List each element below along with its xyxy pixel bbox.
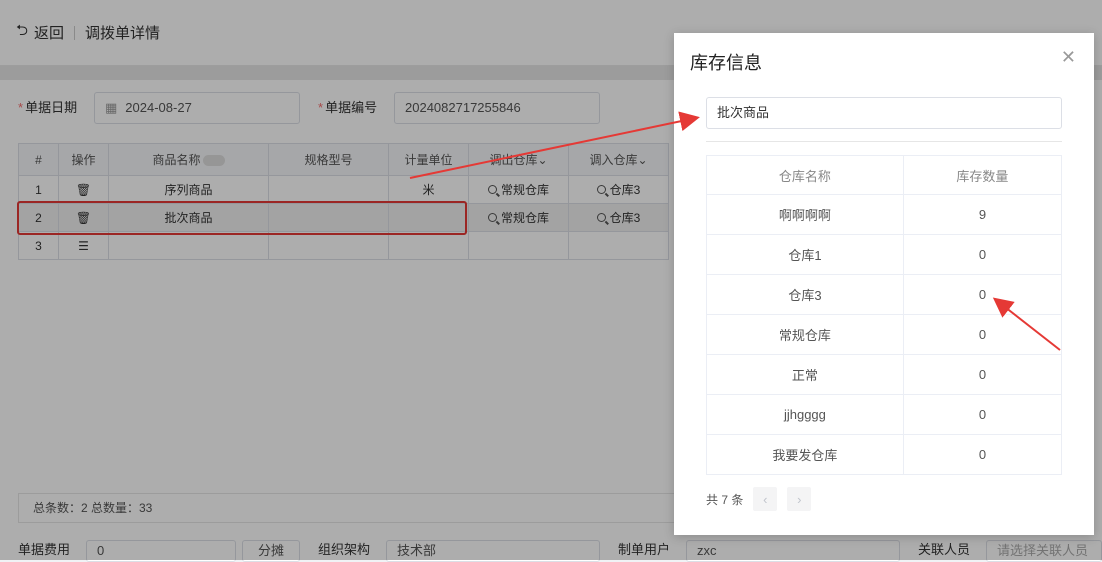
- warehouse-name: 常规仓库: [706, 314, 904, 355]
- stock-qty: 0: [902, 354, 1063, 395]
- warehouse-name: 仓库1: [706, 234, 904, 275]
- table-row: 仓库3 0: [706, 274, 1063, 315]
- warehouse-name: 仓库3: [706, 274, 904, 315]
- table-row: 正常 0: [706, 354, 1063, 395]
- stock-qty: 0: [902, 234, 1063, 275]
- total-count: 共 7 条: [706, 492, 744, 507]
- dialog-title: 库存信息: [690, 53, 762, 73]
- warehouse-name: 我要发仓库: [706, 434, 904, 475]
- pagination: 共 7 条 ‹ ›: [706, 487, 812, 511]
- prev-page-icon[interactable]: ‹: [753, 487, 778, 511]
- stock-qty: 0: [902, 434, 1063, 475]
- stock-dialog: 库存信息 ✕ 批次商品 仓库名称 库存数量 啊啊啊啊 9 仓库1 0 仓库3 0 常规…: [674, 33, 1094, 535]
- divider: [706, 141, 1062, 142]
- stock-table: 仓库名称 库存数量 啊啊啊啊 9 仓库1 0 仓库3 0 常规仓库 0 正常 0 jjhg…: [706, 155, 1063, 475]
- col-warehouse-name: 仓库名称: [706, 155, 904, 195]
- stock-qty: 0: [902, 274, 1063, 315]
- warehouse-name: 啊啊啊啊: [706, 194, 904, 235]
- product-search-input[interactable]: 批次商品: [706, 97, 1062, 129]
- table-row: jjhgggg 0: [706, 394, 1063, 435]
- col-stock-qty: 库存数量: [902, 155, 1063, 195]
- table-row: 啊啊啊啊 9: [706, 194, 1063, 235]
- table-row: 我要发仓库 0: [706, 434, 1063, 475]
- stock-qty: 0: [902, 394, 1063, 435]
- table-row: 常规仓库 0: [706, 314, 1063, 355]
- stock-qty: 9: [902, 194, 1063, 235]
- warehouse-name: jjhgggg: [706, 394, 904, 435]
- stock-qty: 0: [902, 314, 1063, 355]
- close-icon[interactable]: ✕: [1061, 47, 1076, 68]
- warehouse-name: 正常: [706, 354, 904, 395]
- next-page-icon[interactable]: ›: [787, 487, 812, 511]
- table-row: 仓库1 0: [706, 234, 1063, 275]
